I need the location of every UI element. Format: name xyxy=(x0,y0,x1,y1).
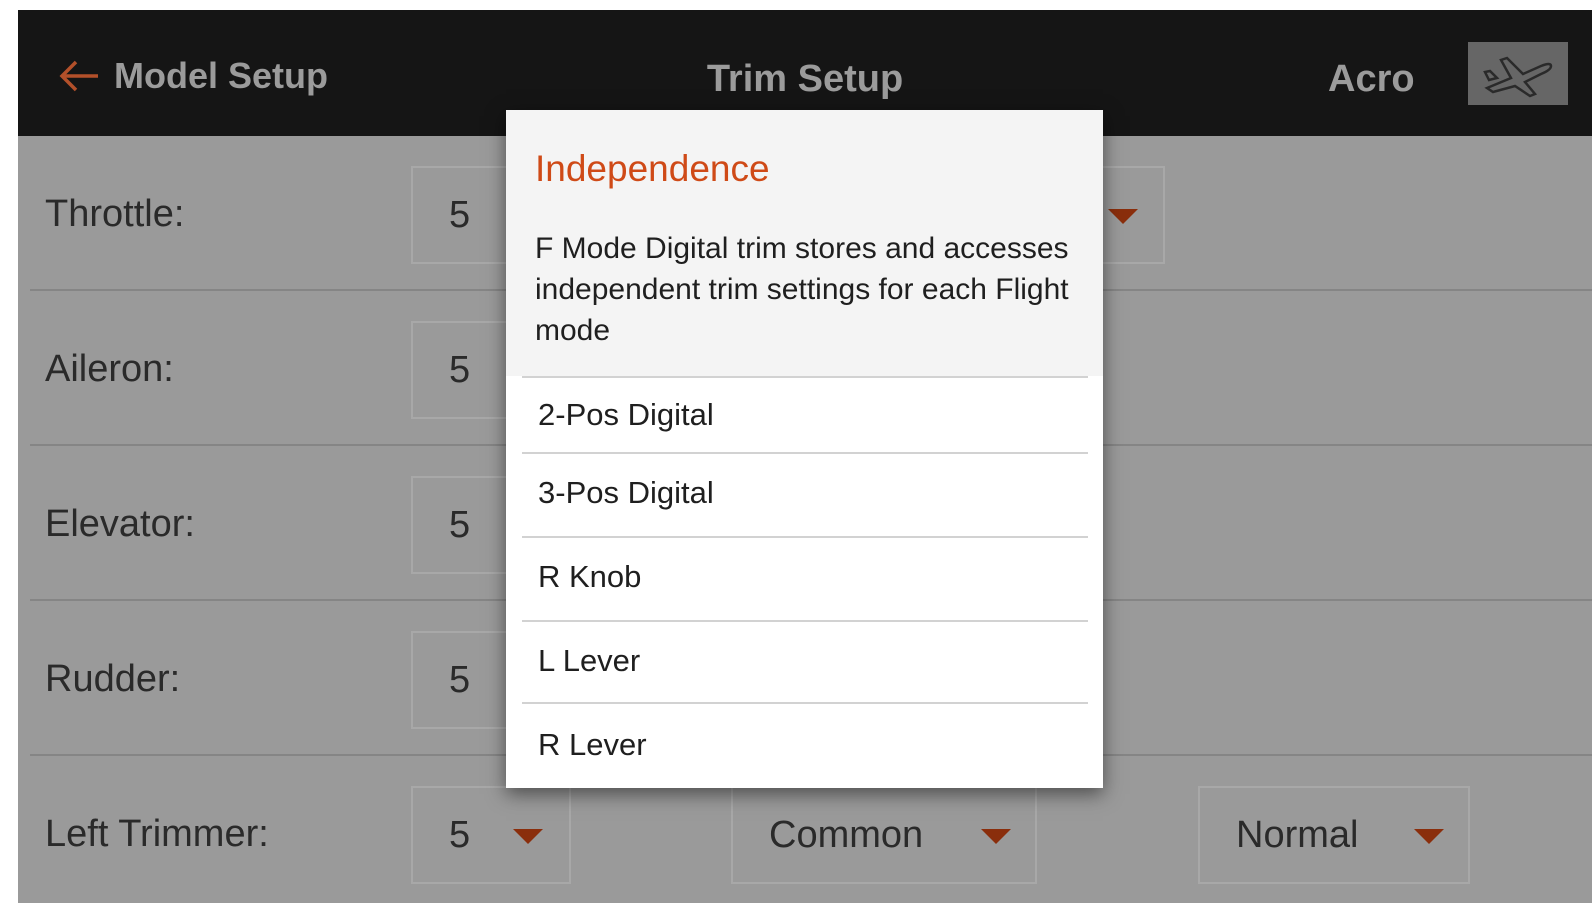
option-r-knob[interactable]: R Knob xyxy=(506,538,1103,620)
trim-type-popup: Independence F Mode Digital trim stores … xyxy=(506,110,1103,788)
option-r-lever[interactable]: R Lever xyxy=(506,704,1103,788)
flight-mode-label: Acro xyxy=(1328,58,1415,100)
option-l-lever[interactable]: L Lever xyxy=(506,622,1103,702)
throttle-label: Throttle: xyxy=(45,193,185,235)
option-2-pos-digital[interactable]: 2-Pos Digital xyxy=(506,378,1103,452)
aileron-trim-step-value: 5 xyxy=(449,348,471,391)
airplane-icon xyxy=(1483,56,1553,97)
left-trimmer-label: Left Trimmer: xyxy=(45,813,269,855)
rudder-label: Rudder: xyxy=(45,658,181,700)
left-trimmer-step-value: 5 xyxy=(449,813,471,856)
elevator-trim-step-value: 5 xyxy=(449,503,471,546)
trim-setup-screen: Model Setup Trim Setup Acro Throttle: 5 … xyxy=(18,10,1592,903)
chevron-down-icon xyxy=(1414,829,1444,844)
model-type-button[interactable] xyxy=(1468,42,1568,105)
option-label: 2-Pos Digital xyxy=(538,397,714,432)
chevron-down-icon xyxy=(981,829,1011,844)
left-trimmer-mode-value: Normal xyxy=(1236,813,1359,856)
option-3-pos-digital[interactable]: 3-Pos Digital xyxy=(506,454,1103,536)
popup-header[interactable]: Independence F Mode Digital trim stores … xyxy=(506,110,1103,376)
option-label: R Knob xyxy=(538,559,642,594)
aileron-label: Aileron: xyxy=(45,348,174,390)
popup-title: Independence xyxy=(535,148,770,189)
throttle-trim-step-value: 5 xyxy=(449,193,471,236)
left-trimmer-type-select[interactable]: Common xyxy=(731,786,1037,884)
left-trimmer-step-select[interactable]: 5 xyxy=(411,786,571,884)
option-label: R Lever xyxy=(538,727,647,762)
elevator-label: Elevator: xyxy=(45,503,195,545)
option-label: L Lever xyxy=(538,643,641,678)
chevron-down-icon xyxy=(513,829,543,844)
left-trimmer-type-value: Common xyxy=(769,813,924,856)
popup-description: F Mode Digital trim stores and accesses … xyxy=(535,232,1069,347)
option-label: 3-Pos Digital xyxy=(538,475,714,510)
rudder-trim-step-value: 5 xyxy=(449,658,471,701)
chevron-down-icon xyxy=(1108,209,1138,224)
left-trimmer-mode-select[interactable]: Normal xyxy=(1198,786,1470,884)
